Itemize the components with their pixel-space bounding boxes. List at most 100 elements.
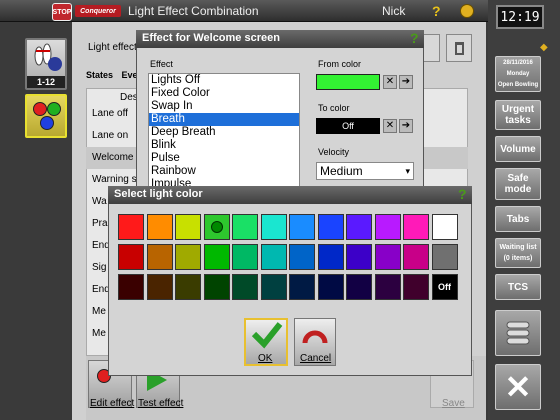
date-text: 28/11/2016: [503, 59, 533, 66]
color-swatch[interactable]: [374, 214, 401, 240]
trash-button[interactable]: [446, 34, 472, 62]
color-swatch[interactable]: [175, 244, 201, 270]
tab-strip: States Even: [86, 70, 143, 80]
effect-dialog-title: Effect for Welcome screen: [136, 30, 424, 48]
color-swatch[interactable]: [118, 244, 144, 270]
urgent-tasks-button[interactable]: Urgent tasks: [495, 100, 541, 130]
stop-button[interactable]: STOP: [52, 3, 72, 21]
effect-option[interactable]: Swap In: [149, 100, 299, 113]
tabs-button[interactable]: Tabs: [495, 206, 541, 232]
to-color-swatch[interactable]: Off: [316, 118, 380, 134]
clock: 12:19: [496, 5, 544, 29]
color-swatch[interactable]: [260, 274, 287, 300]
color-swatch[interactable]: [175, 274, 201, 300]
color-swatch[interactable]: [232, 244, 258, 270]
lanes-label: 1-12: [27, 76, 65, 88]
safe-mode-button[interactable]: Safe mode: [495, 168, 541, 200]
stack-icon: [506, 321, 530, 345]
close-icon: ✕: [504, 368, 532, 405]
trash-icon: [455, 42, 464, 55]
color-swatch[interactable]: [289, 214, 315, 240]
color-help-icon[interactable]: ?: [458, 186, 467, 202]
color-swatch[interactable]: [146, 274, 173, 300]
color-swatch[interactable]: [232, 214, 258, 240]
user-name: Nick: [382, 4, 406, 18]
blue-light-icon: [40, 116, 54, 130]
effect-option[interactable]: Rainbow: [149, 165, 299, 178]
from-color-label: From color: [318, 59, 362, 69]
effect-list[interactable]: Lights Off Fixed Color Swap In Breath De…: [148, 73, 300, 188]
effect-label: Effect: [150, 59, 173, 69]
clear-to-color-button[interactable]: ✕: [383, 119, 397, 133]
effect-help-icon[interactable]: ?: [410, 30, 419, 46]
edit-effect-label: Edit effect: [90, 398, 135, 409]
color-dialog-title: Select light color: [108, 186, 472, 204]
color-swatch[interactable]: [403, 274, 429, 300]
help-icon[interactable]: ?: [432, 3, 441, 19]
color-swatch[interactable]: [232, 274, 258, 300]
color-swatch[interactable]: [260, 214, 287, 240]
tab-states[interactable]: States: [86, 70, 113, 80]
clear-from-color-button[interactable]: ✕: [383, 75, 397, 89]
color-swatch[interactable]: [289, 244, 315, 270]
color-swatch[interactable]: [346, 274, 372, 300]
effect-option-selected[interactable]: Breath: [149, 113, 299, 126]
effect-option[interactable]: Lights Off: [149, 74, 299, 87]
checkmark-icon: [251, 322, 283, 349]
save-label: Save: [442, 398, 465, 409]
color-swatch[interactable]: [146, 214, 173, 240]
pick-to-color-button[interactable]: ➔: [399, 119, 413, 133]
weekday-text: Monday: [506, 70, 530, 77]
color-swatch[interactable]: [317, 244, 344, 270]
date-button[interactable]: 28/11/2016 Monday Open Bowling: [495, 56, 541, 92]
chevron-down-icon: ▾: [405, 166, 410, 176]
color-swatch[interactable]: [203, 274, 230, 300]
from-color-swatch[interactable]: [316, 74, 380, 90]
velocity-label: Velocity: [318, 147, 350, 157]
tcs-button[interactable]: TCS: [495, 274, 541, 300]
color-swatch[interactable]: [374, 274, 401, 300]
volume-button[interactable]: Volume: [495, 136, 541, 162]
color-swatch[interactable]: [260, 244, 287, 270]
page-title: Light Effect Combination: [128, 4, 259, 18]
waiting-list-button[interactable]: Waiting list (0 items): [495, 238, 541, 268]
color-swatch[interactable]: [403, 244, 429, 270]
color-swatch[interactable]: [146, 244, 173, 270]
color-swatch[interactable]: [317, 214, 344, 240]
selected-dot-icon: [210, 221, 223, 233]
effect-option[interactable]: Deep Breath: [149, 126, 299, 139]
color-swatch[interactable]: [203, 244, 230, 270]
bowling-pins-icon: [34, 43, 62, 71]
color-swatch[interactable]: [118, 214, 144, 240]
color-swatch[interactable]: [289, 274, 315, 300]
effect-option[interactable]: Pulse: [149, 152, 299, 165]
color-swatch[interactable]: [431, 214, 458, 240]
velocity-select[interactable]: Medium ▾: [316, 162, 414, 180]
coin-icon[interactable]: [460, 4, 474, 18]
color-swatch[interactable]: [374, 244, 401, 270]
bell-icon[interactable]: ◆: [540, 42, 548, 53]
green-light-icon: [47, 102, 61, 116]
color-swatch[interactable]: [317, 274, 344, 300]
close-button[interactable]: ✕: [495, 364, 541, 410]
color-swatch[interactable]: [346, 244, 372, 270]
test-effect-label: Test effect: [138, 398, 184, 409]
color-swatch[interactable]: [346, 214, 372, 240]
color-swatch[interactable]: [203, 214, 230, 240]
conqueror-logo: Conqueror: [75, 5, 121, 17]
color-swatch[interactable]: [175, 214, 201, 240]
stop-label: STOP: [52, 8, 72, 16]
pick-from-color-button[interactable]: ➔: [399, 75, 413, 89]
color-swatch[interactable]: [403, 214, 429, 240]
color-swatch[interactable]: [431, 244, 458, 270]
effect-option[interactable]: Blink: [149, 139, 299, 152]
red-light-icon: [33, 102, 47, 116]
color-swatch[interactable]: [118, 274, 144, 300]
lights-button[interactable]: [25, 94, 67, 138]
status-text: Open Bowling: [497, 81, 539, 88]
ok-label: OK: [258, 353, 273, 364]
effect-option[interactable]: Fixed Color: [149, 87, 299, 100]
off-swatch[interactable]: Off: [431, 274, 458, 300]
cancel-label: Cancel: [300, 353, 332, 364]
stack-button[interactable]: [495, 310, 541, 356]
